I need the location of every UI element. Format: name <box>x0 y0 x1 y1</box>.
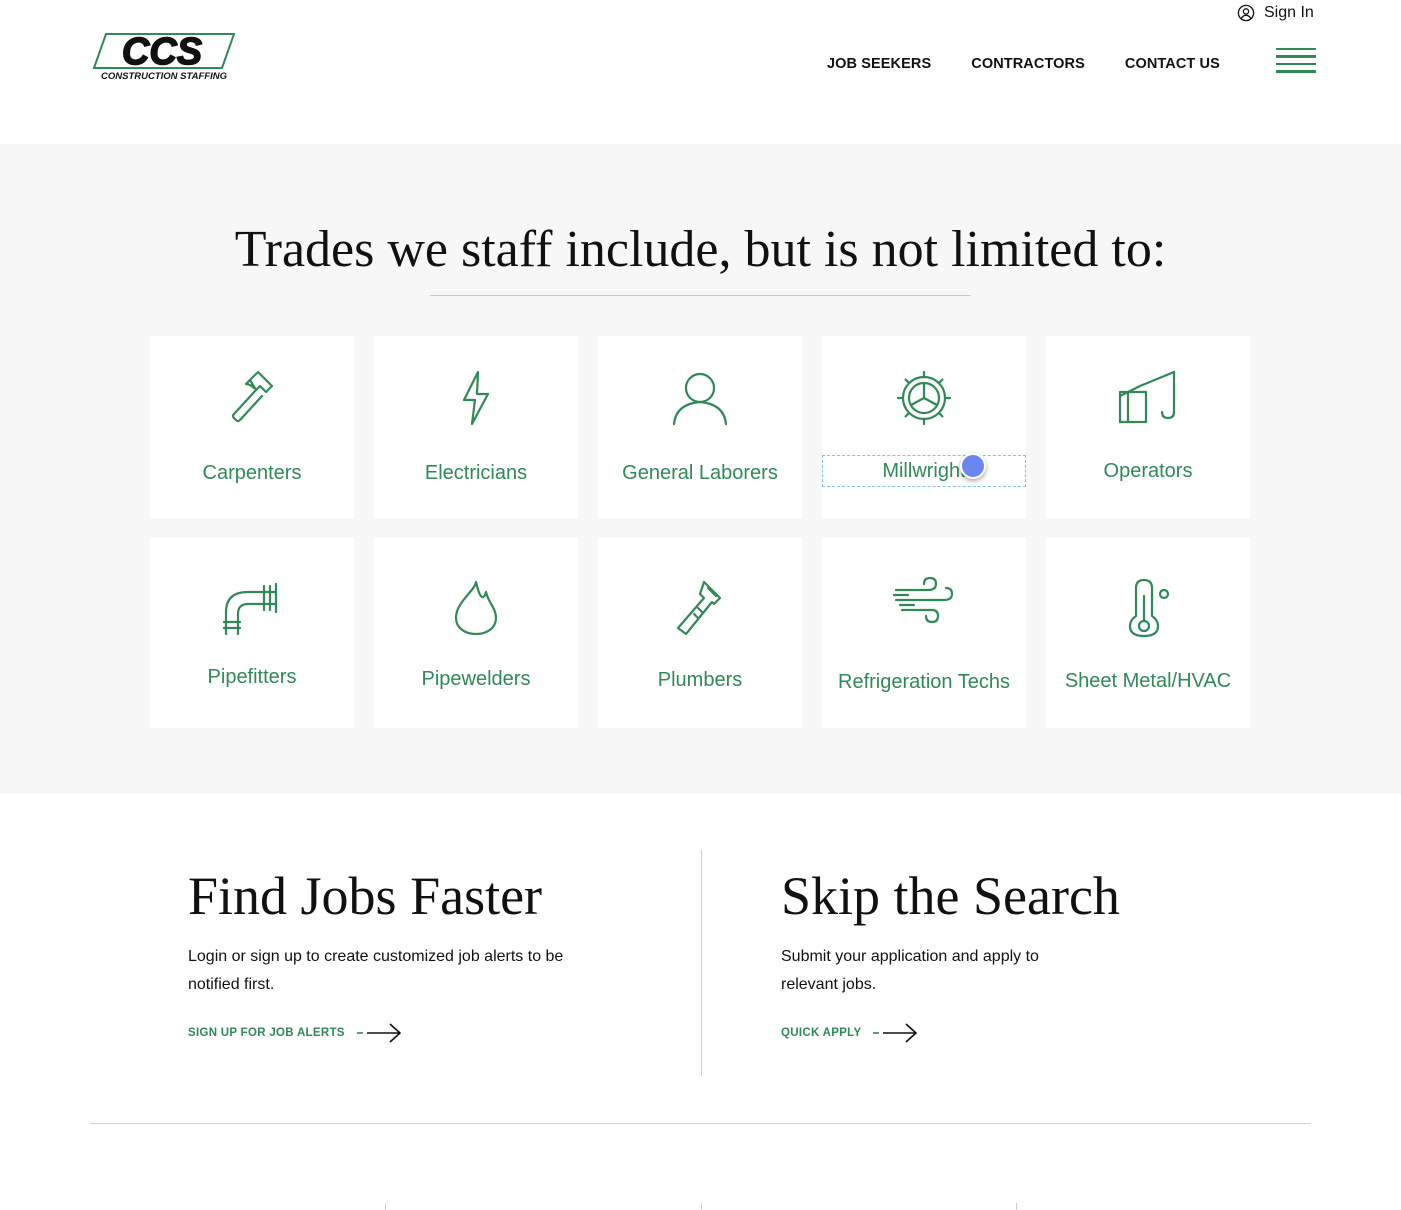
sign-up-label: SIGN UP FOR JOB ALERTS <box>188 1026 345 1039</box>
trade-label: Carpenters <box>202 462 302 484</box>
trade-card-pipefitters[interactable]: Pipefitters <box>150 538 354 728</box>
logo-text: CCS <box>122 31 202 73</box>
gear-icon <box>892 366 956 430</box>
trade-card-operators[interactable]: Operators <box>1046 336 1250 518</box>
skip-search-block: Skip the Search Submit your application … <box>781 850 1201 1045</box>
trade-label: Sheet Metal/HVAC <box>1064 670 1232 692</box>
arrow-right-icon <box>873 1023 918 1043</box>
column-divider <box>701 1203 702 1210</box>
trade-label: General Laborers <box>622 462 778 484</box>
trade-card-refrigeration-techs[interactable]: Refrigeration Techs <box>822 538 1026 728</box>
hammer-icon <box>220 366 284 430</box>
nav-contact-us[interactable]: CONTACT US <box>1125 56 1220 72</box>
skip-search-body: Submit your application and apply to rel… <box>781 947 1039 993</box>
trade-card-sheet-metal-hvac[interactable]: Sheet Metal/HVAC <box>1046 538 1250 728</box>
title-divider <box>430 295 971 296</box>
nav-contractors[interactable]: CONTRACTORS <box>971 56 1085 72</box>
cursor-indicator <box>960 453 986 479</box>
find-jobs-body: Login or sign up to create customized jo… <box>188 947 564 993</box>
trade-label: Electricians <box>424 462 528 484</box>
trade-card-plumbers[interactable]: Plumbers <box>598 538 802 728</box>
lightning-icon <box>444 366 508 430</box>
trade-card-general-laborers[interactable]: General Laborers <box>598 336 802 518</box>
ccs-logo[interactable]: CCS CONSTRUCTION STAFFING <box>92 30 238 82</box>
trade-card-electricians[interactable]: Electricians <box>374 336 578 518</box>
trade-label: Pipewelders <box>421 668 531 690</box>
sign-in-label: Sign In <box>1264 4 1314 21</box>
flame-icon <box>444 576 508 640</box>
trade-card-carpenters[interactable]: Carpenters <box>150 336 354 518</box>
quick-apply-link[interactable]: QUICK APPLY <box>781 1021 1201 1045</box>
logo-subtext: CONSTRUCTION STAFFING <box>101 71 228 82</box>
sign-up-job-alerts-link[interactable]: SIGN UP FOR JOB ALERTS <box>188 1021 608 1045</box>
pipe-icon <box>220 576 284 640</box>
footer-divider <box>90 1123 1311 1124</box>
quick-apply-label: QUICK APPLY <box>781 1026 862 1039</box>
person-icon <box>668 366 732 430</box>
nav-job-seekers[interactable]: JOB SEEKERS <box>827 56 931 72</box>
trade-label: Plumbers <box>657 669 743 691</box>
section-divider <box>701 850 702 1076</box>
user-circle-icon <box>1237 4 1255 22</box>
trade-label: Millwright <box>822 455 1026 487</box>
sign-in-link[interactable]: Sign In <box>1237 4 1314 22</box>
column-divider <box>1016 1203 1017 1210</box>
trade-label: Refrigeration Techs <box>838 671 1010 693</box>
trade-card-pipewelders[interactable]: Pipewelders <box>374 538 578 728</box>
column-divider <box>385 1203 386 1210</box>
skip-search-title: Skip the Search <box>781 866 1120 926</box>
trade-card-millwright[interactable]: Millwright <box>822 336 1026 518</box>
crane-icon <box>1116 366 1180 430</box>
trade-label: Pipefitters <box>207 666 297 688</box>
trade-label: Operators <box>1103 460 1193 482</box>
find-jobs-block: Find Jobs Faster Login or sign up to cre… <box>188 850 608 1045</box>
trades-section: Trades we staff include, but is not limi… <box>0 144 1401 794</box>
thermometer-icon <box>1116 576 1180 640</box>
arrow-right-icon <box>356 1023 401 1043</box>
main-nav: JOB SEEKERS CONTRACTORS CONTACT US <box>827 56 1220 72</box>
trades-title: Trades we staff include, but is not limi… <box>234 221 1167 278</box>
hamburger-menu-icon[interactable] <box>1276 48 1316 76</box>
find-jobs-title: Find Jobs Faster <box>188 866 543 926</box>
wrench-icon <box>668 576 732 640</box>
wind-icon <box>892 568 956 632</box>
